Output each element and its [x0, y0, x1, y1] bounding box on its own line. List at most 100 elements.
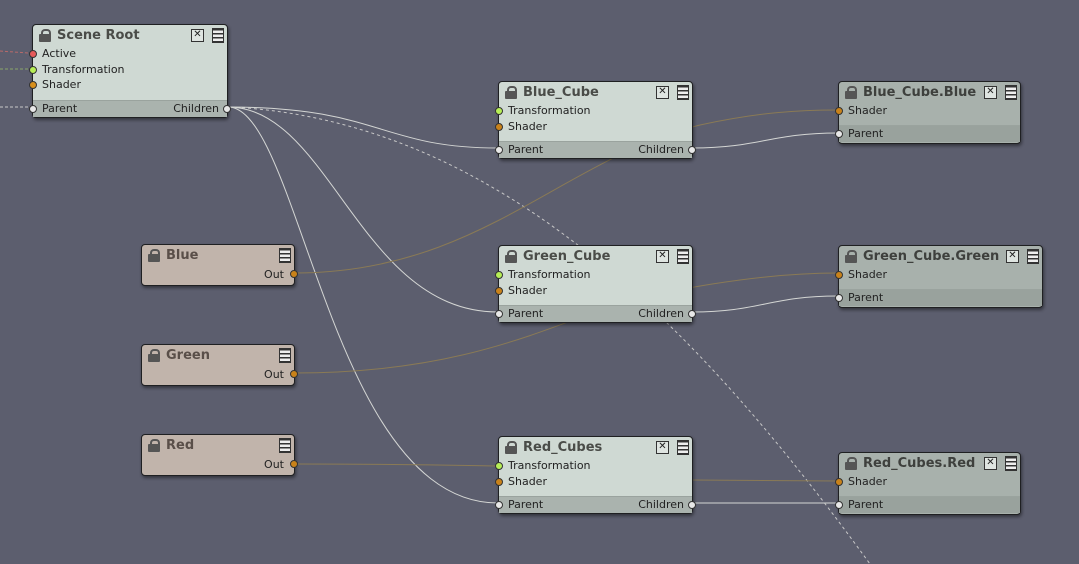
lock-icon[interactable]: [845, 86, 857, 99]
node-title: Green_Cube: [523, 249, 611, 264]
green-cube-node[interactable]: Green_Cube ✕ Transformation Shader Paren…: [495, 245, 696, 323]
input-socket[interactable]: [29, 66, 37, 74]
blue-color-node[interactable]: Blue Out: [141, 244, 298, 286]
children-socket[interactable]: [688, 310, 696, 318]
green-color-node[interactable]: Green Out: [141, 344, 298, 386]
port-shader[interactable]: Shader: [835, 267, 1042, 282]
input-socket[interactable]: [495, 287, 503, 295]
close-icon[interactable]: ✕: [191, 29, 204, 42]
close-icon[interactable]: ✕: [656, 250, 669, 263]
input-socket[interactable]: [835, 271, 843, 279]
close-icon[interactable]: ✕: [656, 441, 669, 454]
port-active[interactable]: Active: [29, 46, 227, 61]
lock-icon[interactable]: [148, 249, 160, 262]
input-socket[interactable]: [835, 478, 843, 486]
node-title: Green_Cube.Green: [863, 249, 1000, 264]
node-title: Scene Root: [57, 28, 140, 43]
parent-children-bar[interactable]: Parent Children: [495, 496, 696, 513]
menu-icon[interactable]: [1005, 456, 1017, 471]
input-socket[interactable]: [495, 271, 503, 279]
node-title: Red_Cubes: [523, 440, 603, 455]
green-cube-green-node[interactable]: Green_Cube.Green ✕ Shader Parent: [835, 245, 1043, 308]
wire-blue-cube-children: [691, 132, 839, 149]
lock-icon[interactable]: [39, 29, 51, 42]
node-title: Green: [166, 348, 210, 363]
red-cubes-node[interactable]: Red_Cubes ✕ Transformation Shader Parent…: [495, 436, 696, 514]
parent-socket[interactable]: [835, 294, 843, 302]
out-port[interactable]: Out: [234, 458, 298, 472]
out-port[interactable]: Out: [234, 268, 298, 282]
port-shader[interactable]: Shader: [835, 474, 1020, 489]
input-socket[interactable]: [29, 81, 37, 89]
close-icon[interactable]: ✕: [1006, 250, 1019, 263]
lock-icon[interactable]: [505, 441, 517, 454]
incoming-stub-wires: [0, 50, 29, 108]
lock-icon[interactable]: [148, 439, 160, 452]
parent-children-bar[interactable]: Parent Children: [495, 141, 696, 158]
port-shader[interactable]: Shader: [495, 119, 692, 134]
lock-icon[interactable]: [505, 250, 517, 263]
menu-icon[interactable]: [677, 249, 689, 264]
menu-icon[interactable]: [1005, 85, 1017, 100]
lock-icon[interactable]: [845, 250, 857, 263]
input-socket[interactable]: [495, 462, 503, 470]
parent-socket[interactable]: [835, 130, 843, 138]
parent-bar[interactable]: Parent: [835, 496, 1020, 513]
parent-socket[interactable]: [495, 310, 503, 318]
output-socket[interactable]: [290, 270, 298, 278]
blue-cube-blue-node[interactable]: Blue_Cube.Blue ✕ Shader Parent: [835, 81, 1021, 144]
parent-socket[interactable]: [835, 501, 843, 509]
node-title: Red_Cubes.Red: [863, 456, 976, 471]
port-transformation[interactable]: Transformation: [495, 458, 692, 473]
menu-icon[interactable]: [279, 248, 291, 263]
out-port[interactable]: Out: [234, 368, 298, 382]
input-socket[interactable]: [495, 107, 503, 115]
lock-icon[interactable]: [148, 349, 160, 362]
wire-root-to-blue-cube: [227, 106, 499, 149]
menu-icon[interactable]: [212, 28, 224, 43]
menu-icon[interactable]: [677, 440, 689, 455]
close-icon[interactable]: ✕: [984, 86, 997, 99]
menu-icon[interactable]: [279, 438, 291, 453]
input-socket[interactable]: [495, 478, 503, 486]
wire-red-out: [293, 463, 499, 467]
blue-cube-node[interactable]: Blue_Cube ✕ Transformation Shader Parent…: [495, 81, 696, 159]
parent-socket[interactable]: [495, 501, 503, 509]
red-cubes-red-node[interactable]: Red_Cubes.Red ✕ Shader Parent: [835, 452, 1021, 515]
node-title: Blue_Cube.Blue: [863, 85, 977, 100]
menu-icon[interactable]: [1027, 249, 1039, 264]
wire-green-cube-children: [691, 295, 839, 313]
parent-children-bar[interactable]: Parent Children: [495, 305, 696, 322]
input-socket[interactable]: [835, 107, 843, 115]
children-socket[interactable]: [223, 105, 231, 113]
input-socket[interactable]: [495, 123, 503, 131]
node-title: Red: [166, 438, 195, 453]
close-icon[interactable]: ✕: [984, 457, 997, 470]
lock-icon[interactable]: [845, 457, 857, 470]
parent-bar[interactable]: Parent: [835, 289, 1042, 306]
parent-socket[interactable]: [29, 105, 37, 113]
port-shader[interactable]: Shader: [495, 283, 692, 298]
parent-children-bar[interactable]: Parent Children: [29, 100, 231, 117]
red-color-node[interactable]: Red Out: [141, 434, 298, 476]
port-transformation[interactable]: Transformation: [29, 62, 227, 77]
lock-icon[interactable]: [505, 86, 517, 99]
close-icon[interactable]: ✕: [656, 86, 669, 99]
port-shader[interactable]: Shader: [29, 77, 227, 92]
port-transformation[interactable]: Transformation: [495, 267, 692, 282]
node-graph-canvas[interactable]: Scene Root ✕ Active Transformation Shade…: [0, 0, 1079, 564]
port-shader[interactable]: Shader: [495, 474, 692, 489]
scene-root-node[interactable]: Scene Root ✕ Active Transformation Shade…: [29, 24, 231, 118]
port-transformation[interactable]: Transformation: [495, 103, 692, 118]
output-socket[interactable]: [290, 460, 298, 468]
parent-bar[interactable]: Parent: [835, 125, 1020, 142]
menu-icon[interactable]: [677, 85, 689, 100]
port-shader[interactable]: Shader: [835, 103, 1020, 118]
menu-icon[interactable]: [279, 348, 291, 363]
children-socket[interactable]: [688, 501, 696, 509]
parent-socket[interactable]: [495, 146, 503, 154]
input-socket[interactable]: [29, 50, 37, 58]
children-socket[interactable]: [688, 146, 696, 154]
output-socket[interactable]: [290, 370, 298, 378]
node-title: Blue_Cube: [523, 85, 599, 100]
